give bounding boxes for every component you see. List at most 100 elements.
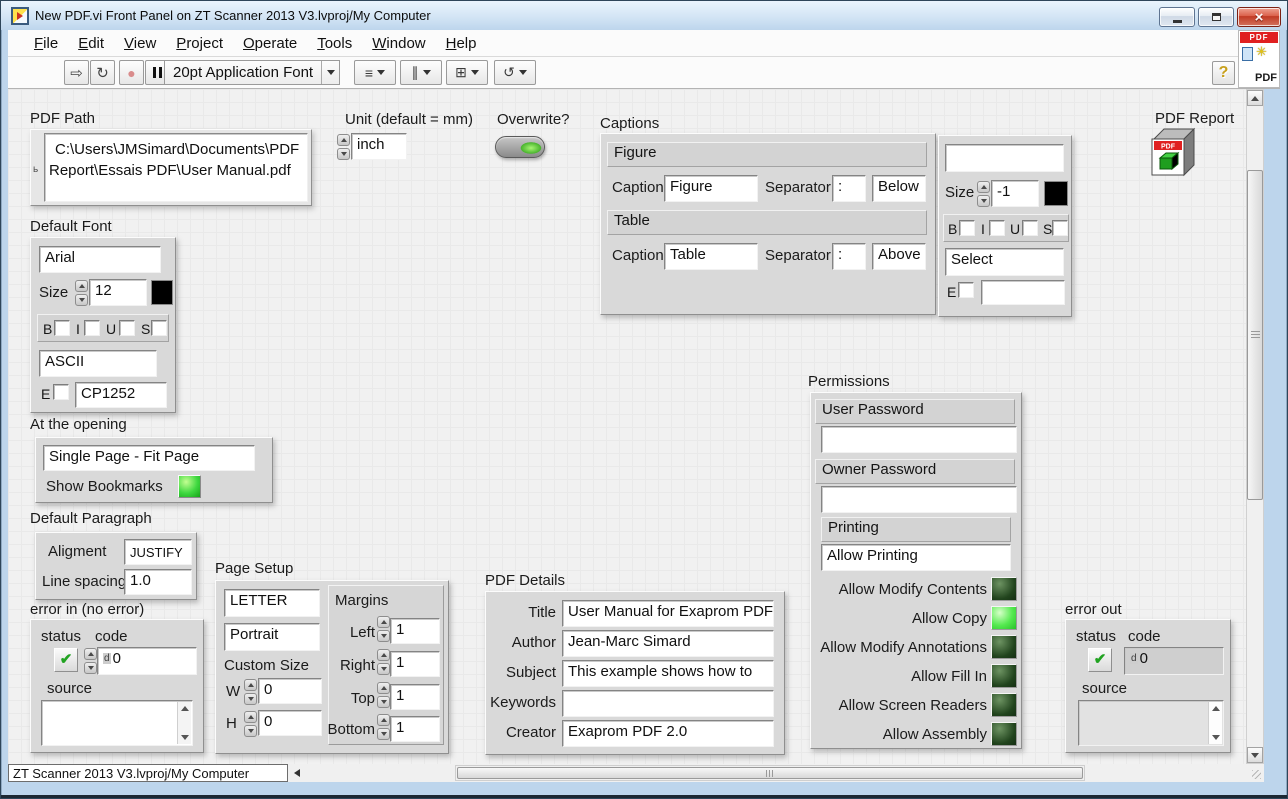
- reorder-button[interactable]: ↺: [494, 60, 536, 85]
- creator-field[interactable]: Exaprom PDF 2.0: [562, 720, 774, 747]
- unit-ring[interactable]: inch: [351, 133, 407, 160]
- table-separator-field[interactable]: :: [832, 243, 866, 270]
- default-font-colorbox[interactable]: [151, 280, 173, 305]
- pdf-path-control[interactable]: ь C:\Users\JMSimard\Documents\PDF Report…: [30, 129, 312, 206]
- default-font-name-field[interactable]: Arial: [39, 246, 161, 273]
- scroll-up-button[interactable]: [1247, 90, 1263, 106]
- error-in-code-spinner[interactable]: [84, 648, 97, 674]
- underline-checkbox[interactable]: [119, 320, 135, 336]
- keywords-field[interactable]: [562, 690, 774, 717]
- strike-checkbox[interactable]: [1052, 220, 1068, 236]
- menu-window[interactable]: Window: [362, 32, 435, 55]
- run-button[interactable]: ⇨: [64, 60, 89, 85]
- height-field[interactable]: 0: [258, 710, 322, 736]
- owner-password-field[interactable]: [821, 486, 1017, 513]
- close-button[interactable]: ×: [1237, 7, 1281, 27]
- pdf-report-icon[interactable]: PDF: [1150, 127, 1198, 177]
- default-font-size-spinner[interactable]: [75, 280, 88, 306]
- table-position-ring[interactable]: Above: [872, 243, 926, 270]
- figure-caption-field[interactable]: Figure: [664, 175, 758, 202]
- margin-top-field[interactable]: 1: [390, 684, 440, 710]
- allow-modify-contents-led[interactable]: [991, 577, 1017, 601]
- menu-tools[interactable]: Tools: [307, 32, 362, 55]
- horizontal-scroll-thumb[interactable]: [457, 767, 1083, 779]
- margin-left-field[interactable]: 1: [390, 618, 440, 644]
- default-font-size-field[interactable]: 12: [89, 279, 147, 306]
- menu-view[interactable]: View: [114, 32, 166, 55]
- allow-fill-in-led[interactable]: [991, 664, 1017, 688]
- italic-checkbox[interactable]: [989, 220, 1005, 236]
- abort-button[interactable]: ●: [119, 60, 144, 85]
- mini-scrollbar[interactable]: [1208, 702, 1222, 744]
- printing-ring[interactable]: Allow Printing: [821, 544, 1011, 571]
- allow-copy-led[interactable]: [991, 606, 1017, 630]
- bold-checkbox[interactable]: [959, 220, 975, 236]
- strike-checkbox[interactable]: [151, 320, 167, 336]
- bold-checkbox[interactable]: [54, 320, 70, 336]
- show-bookmarks-led[interactable]: [178, 475, 201, 498]
- distribute-objects-button[interactable]: ∥: [400, 60, 442, 85]
- maximize-button[interactable]: [1198, 7, 1234, 27]
- margin-top-spinner[interactable]: [377, 682, 390, 708]
- view-mode-ring[interactable]: Single Page - Fit Page: [43, 445, 255, 471]
- caption-font-e-field[interactable]: [981, 280, 1065, 305]
- underline-checkbox[interactable]: [1022, 220, 1038, 236]
- context-label-box[interactable]: ZT Scanner 2013 V3.lvproj/My Computer: [8, 764, 288, 782]
- figure-position-ring[interactable]: Below: [872, 175, 926, 202]
- menu-file[interactable]: File: [24, 32, 68, 55]
- caption-font-e-checkbox[interactable]: [958, 282, 974, 298]
- triangle-left-icon[interactable]: [294, 769, 300, 777]
- overwrite-switch[interactable]: [495, 136, 545, 158]
- width-spinner[interactable]: [244, 679, 257, 705]
- resize-grip[interactable]: [1238, 764, 1264, 782]
- default-font-encoding-field[interactable]: ASCII: [39, 350, 157, 377]
- orientation-ring[interactable]: Portrait: [224, 623, 320, 651]
- user-password-field[interactable]: [821, 426, 1017, 453]
- align-objects-button[interactable]: ≡: [354, 60, 396, 85]
- margin-bottom-field[interactable]: 1: [390, 716, 440, 742]
- font-selector[interactable]: 20pt Application Font: [164, 60, 340, 85]
- caption-font-name-field[interactable]: [945, 144, 1064, 172]
- margin-left-spinner[interactable]: [377, 616, 390, 642]
- default-font-e-checkbox[interactable]: [53, 384, 69, 400]
- run-continuously-button[interactable]: ↻: [90, 60, 115, 85]
- subject-field[interactable]: This example shows how to: [562, 660, 774, 687]
- line-spacing-field[interactable]: 1.0: [124, 569, 192, 595]
- height-spinner[interactable]: [244, 711, 257, 737]
- vertical-scroll-thumb[interactable]: [1247, 170, 1263, 500]
- alignment-ring[interactable]: JUSTIFY: [124, 539, 192, 565]
- mini-scrollbar[interactable]: [177, 702, 191, 744]
- vi-icon[interactable]: PDF ✳ PDF: [1238, 30, 1280, 88]
- caption-font-select-ring[interactable]: Select: [945, 248, 1064, 276]
- margin-bottom-spinner[interactable]: [377, 714, 390, 740]
- error-in-status-check[interactable]: ✔: [54, 648, 78, 672]
- caption-font-colorbox[interactable]: [1044, 181, 1068, 206]
- figure-separator-field[interactable]: :: [832, 175, 866, 202]
- title-field[interactable]: User Manual for Exaprom PDF: [562, 600, 774, 627]
- menu-edit[interactable]: Edit: [68, 32, 114, 55]
- menu-operate[interactable]: Operate: [233, 32, 307, 55]
- menu-project[interactable]: Project: [166, 32, 233, 55]
- scroll-down-button[interactable]: [1247, 747, 1263, 763]
- minimize-button[interactable]: [1159, 7, 1195, 27]
- resize-objects-button[interactable]: ⊞: [446, 60, 488, 85]
- allow-assembly-led[interactable]: [991, 722, 1017, 746]
- margin-right-spinner[interactable]: [377, 649, 390, 675]
- allow-modify-annotations-led[interactable]: [991, 635, 1017, 659]
- caption-font-size-field[interactable]: -1: [991, 180, 1039, 207]
- title-bar[interactable]: New PDF.vi Front Panel on ZT Scanner 201…: [1, 1, 1287, 30]
- width-field[interactable]: 0: [258, 678, 322, 704]
- horizontal-scrollbar[interactable]: [455, 765, 1085, 781]
- caption-font-size-spinner[interactable]: [977, 181, 990, 207]
- table-caption-field[interactable]: Table: [664, 243, 758, 270]
- menu-help[interactable]: Help: [436, 32, 487, 55]
- error-in-source-field[interactable]: [41, 700, 193, 746]
- paper-size-ring[interactable]: LETTER: [224, 589, 320, 617]
- author-field[interactable]: Jean-Marc Simard: [562, 630, 774, 657]
- font-selector-dropdown[interactable]: [321, 61, 339, 84]
- allow-screen-readers-led[interactable]: [991, 693, 1017, 717]
- default-font-codepage-field[interactable]: CP1252: [75, 382, 167, 408]
- unit-spinner[interactable]: [337, 134, 350, 160]
- vertical-scrollbar[interactable]: [1246, 89, 1264, 764]
- context-help-button[interactable]: ?: [1212, 61, 1235, 85]
